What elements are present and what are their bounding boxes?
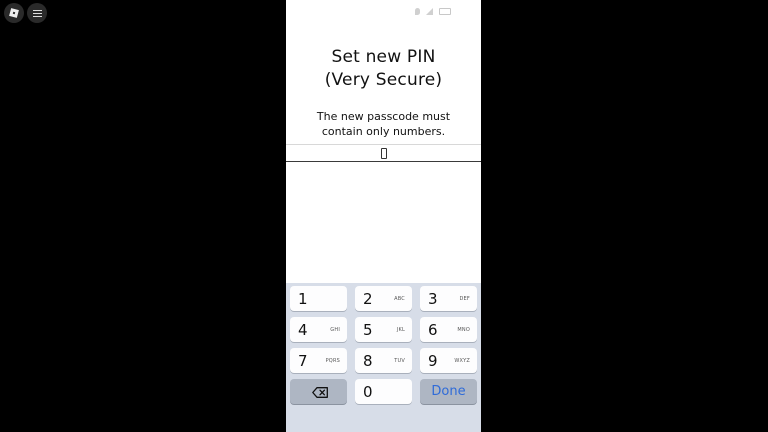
key-8[interactable]: 8 TUV xyxy=(355,348,412,373)
key-digit: 9 xyxy=(428,351,438,370)
key-9[interactable]: 9 WXYZ xyxy=(420,348,477,373)
key-digit: 0 xyxy=(363,382,373,401)
page-title: Set new PIN (Very Secure) xyxy=(286,46,481,92)
key-3[interactable]: 3 DEF xyxy=(420,286,477,311)
key-0[interactable]: 0 xyxy=(355,379,412,404)
location-icon xyxy=(415,8,420,15)
key-letters: GHI xyxy=(330,326,340,333)
instruction-line-1: The new passcode must xyxy=(316,110,451,123)
done-button[interactable]: Done xyxy=(420,379,477,404)
key-2[interactable]: 2 ABC xyxy=(355,286,412,311)
key-letters: JKL xyxy=(396,326,405,333)
app-logo-icon xyxy=(9,8,19,18)
delete-key[interactable] xyxy=(290,379,347,404)
battery-icon xyxy=(439,8,451,15)
phone-screen: Set new PIN (Very Secure) The new passco… xyxy=(286,0,481,432)
menu-button[interactable] xyxy=(27,3,47,23)
instruction-text: The new passcode must contain only numbe… xyxy=(286,109,481,139)
text-cursor-icon xyxy=(380,147,387,159)
key-letters: PQRS xyxy=(325,357,340,364)
key-5[interactable]: 5 JKL xyxy=(355,317,412,342)
key-letters: MNO xyxy=(457,326,470,333)
key-digit: 7 xyxy=(298,351,308,370)
key-letters: DEF xyxy=(459,295,470,302)
key-digit: 2 xyxy=(363,289,373,308)
status-bar xyxy=(415,8,451,15)
key-digit: 4 xyxy=(298,320,308,339)
key-digit: 1 xyxy=(298,289,308,308)
signal-icon xyxy=(426,8,433,15)
key-letters: TUV xyxy=(394,357,405,364)
key-1[interactable]: 1 xyxy=(290,286,347,311)
title-line-2: (Very Secure) xyxy=(324,70,443,90)
done-label: Done xyxy=(431,384,466,399)
pin-input[interactable] xyxy=(286,144,481,162)
hamburger-menu-icon xyxy=(32,9,42,17)
key-digit: 6 xyxy=(428,320,438,339)
key-letters: WXYZ xyxy=(454,357,470,364)
key-digit: 3 xyxy=(428,289,438,308)
key-4[interactable]: 4 GHI xyxy=(290,317,347,342)
title-line-1: Set new PIN xyxy=(331,47,436,67)
key-letters: ABC xyxy=(394,295,405,302)
app-logo-button[interactable] xyxy=(4,3,24,23)
numeric-keyboard: 1 2 ABC 3 DEF 4 GHI 5 JKL 6 MNO 7 PQRS 8… xyxy=(286,283,481,432)
key-7[interactable]: 7 PQRS xyxy=(290,348,347,373)
key-6[interactable]: 6 MNO xyxy=(420,317,477,342)
backspace-icon xyxy=(311,386,328,398)
key-digit: 8 xyxy=(363,351,373,370)
instruction-line-2: contain only numbers. xyxy=(321,125,446,138)
key-digit: 5 xyxy=(363,320,373,339)
